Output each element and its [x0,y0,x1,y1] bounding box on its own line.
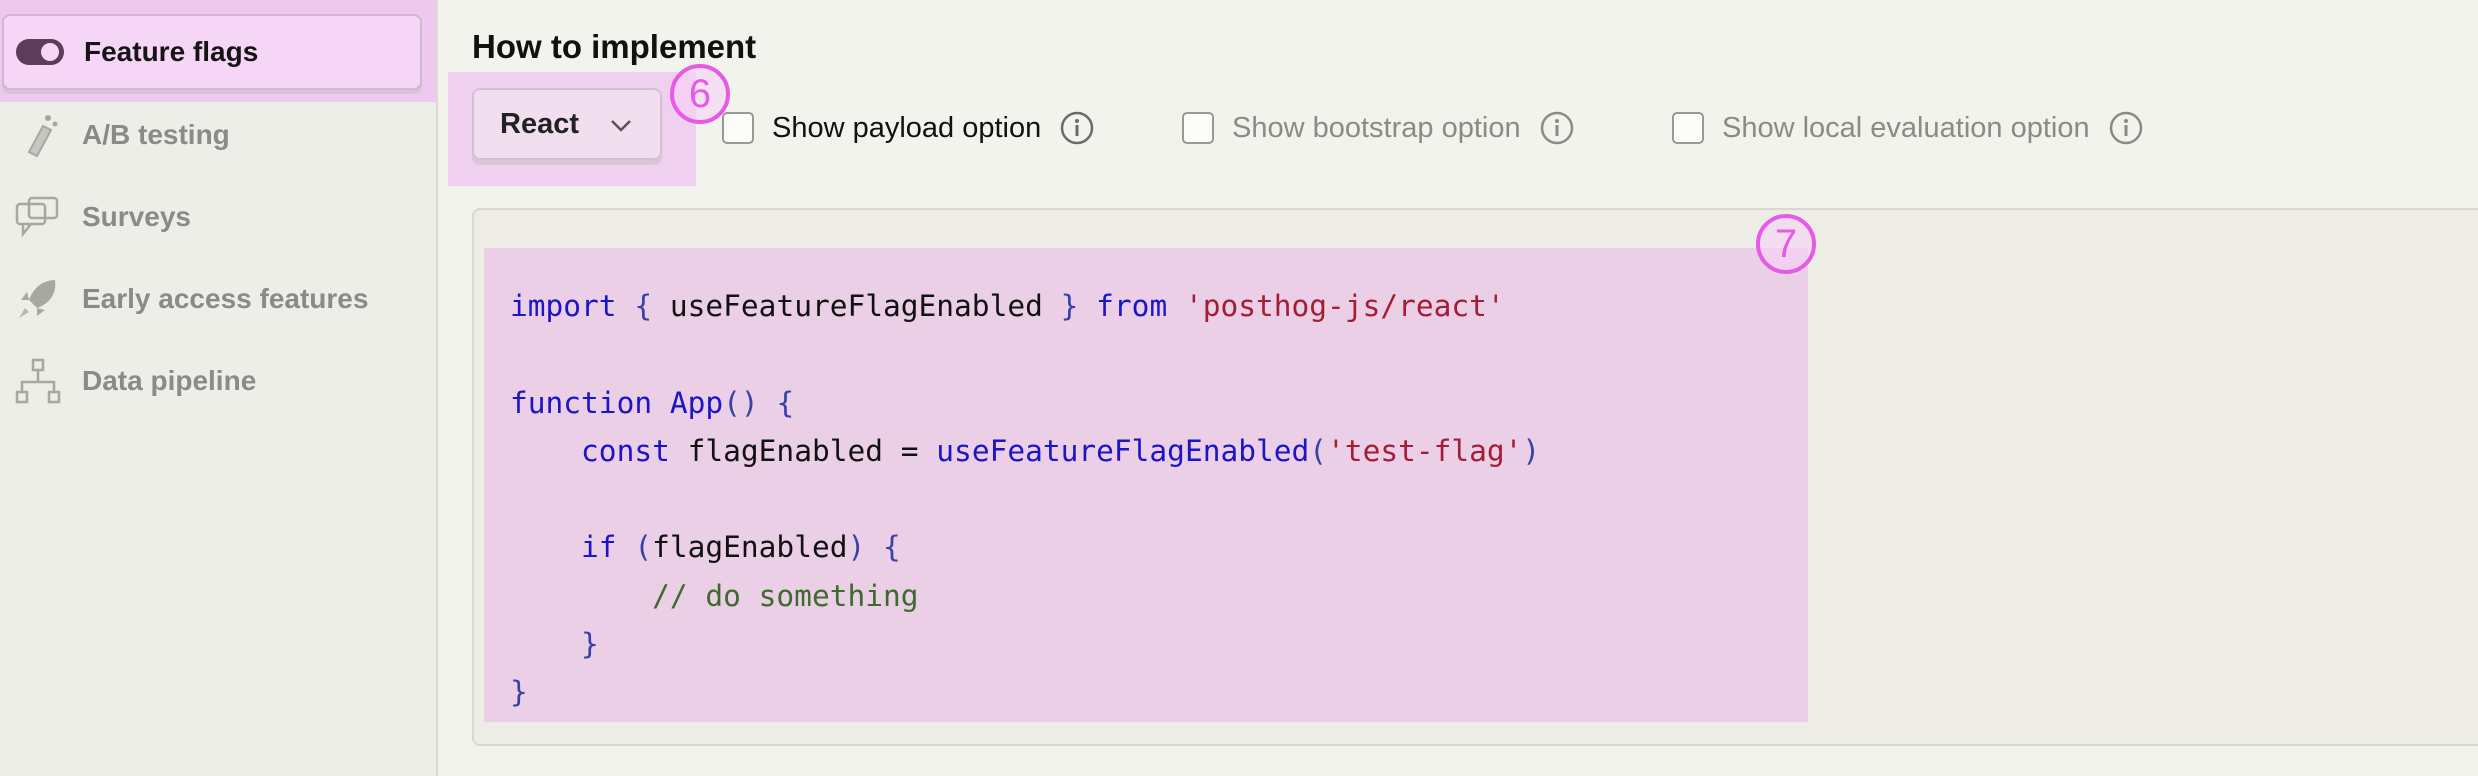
chevron-down-icon [610,108,632,141]
flask-icon [12,113,64,158]
code-token: App [669,385,724,420]
code-token: () [723,385,759,420]
code-token: flagEnabled [652,530,848,565]
sidebar-item-label: Data pipeline [82,365,257,396]
framework-select[interactable]: React [472,88,662,160]
code-token: useFeatureFlagEnabled [669,289,1043,323]
sidebar-item-feature-flags-highlight: Feature flags [0,0,436,102]
sidebar-item-early-access[interactable]: Early access features [0,266,436,332]
main-content: How to implement React 6 Show payload op… [438,0,2478,776]
option-label: Show payload option [772,111,1042,144]
sidebar-item-label: Early access features [82,283,369,314]
sidebar-item-label: Surveys [82,201,191,232]
sidebar-item-label: Feature flags [84,36,259,67]
code-token: ) [847,530,866,565]
code-token: useFeatureFlagEnabled [936,433,1310,468]
code-token: } [510,675,528,710]
code-comment: // do something [652,578,919,613]
rocket-icon [12,277,64,321]
step-marker-6: 6 [670,64,730,124]
code-token: 'posthog-js/react' [1184,289,1505,323]
code-token: import [510,289,617,323]
info-icon[interactable] [2108,110,2144,146]
sidebar-item-surveys[interactable]: Surveys [0,184,436,250]
code-token: ( [634,530,653,565]
show-payload-checkbox[interactable] [722,112,754,144]
chat-bubbles-icon [12,195,64,239]
option-label: Show bootstrap option [1232,111,1521,144]
code-token: { [776,385,795,420]
sidebar-item-label: A/B testing [82,119,230,150]
code-token: } [1060,289,1079,323]
step-marker-7: 7 [1756,214,1816,274]
sidebar: Feature flags A/B testing Surveys Early … [0,0,438,776]
code-token: if [581,530,617,565]
show-local-evaluation-checkbox[interactable] [1672,112,1704,144]
code-token: { [634,289,653,323]
code-token: ( [1309,433,1328,468]
toggle-icon [14,30,66,74]
code-token: } [581,627,599,662]
code-token: = [900,433,919,468]
framework-select-value: React [500,107,579,140]
code-token: ) [1522,433,1541,468]
sidebar-item-ab-testing[interactable]: A/B testing [0,102,436,168]
show-local-evaluation-option[interactable]: Show local evaluation option [1672,110,2144,146]
sidebar-item-feature-flags[interactable]: Feature flags [2,14,422,90]
code-token: function [510,385,653,420]
sidebar-item-data-pipeline[interactable]: Data pipeline [0,348,436,414]
info-icon[interactable] [1059,110,1095,146]
code-token: from [1096,289,1168,323]
info-icon[interactable] [1539,110,1575,146]
show-bootstrap-checkbox[interactable] [1182,112,1214,144]
code-token: const [581,433,670,468]
pipeline-icon [12,358,64,404]
show-bootstrap-option[interactable]: Show bootstrap option [1182,110,1575,146]
option-label: Show local evaluation option [1722,111,2090,144]
code-token: flagEnabled [687,433,883,468]
code-block: import { useFeatureFlagEnabled } from 'p… [510,282,1540,717]
page-title: How to implement [472,28,757,65]
code-token: { [883,530,901,565]
show-payload-option[interactable]: Show payload option [722,110,1095,146]
code-token: 'test-flag' [1327,433,1523,468]
